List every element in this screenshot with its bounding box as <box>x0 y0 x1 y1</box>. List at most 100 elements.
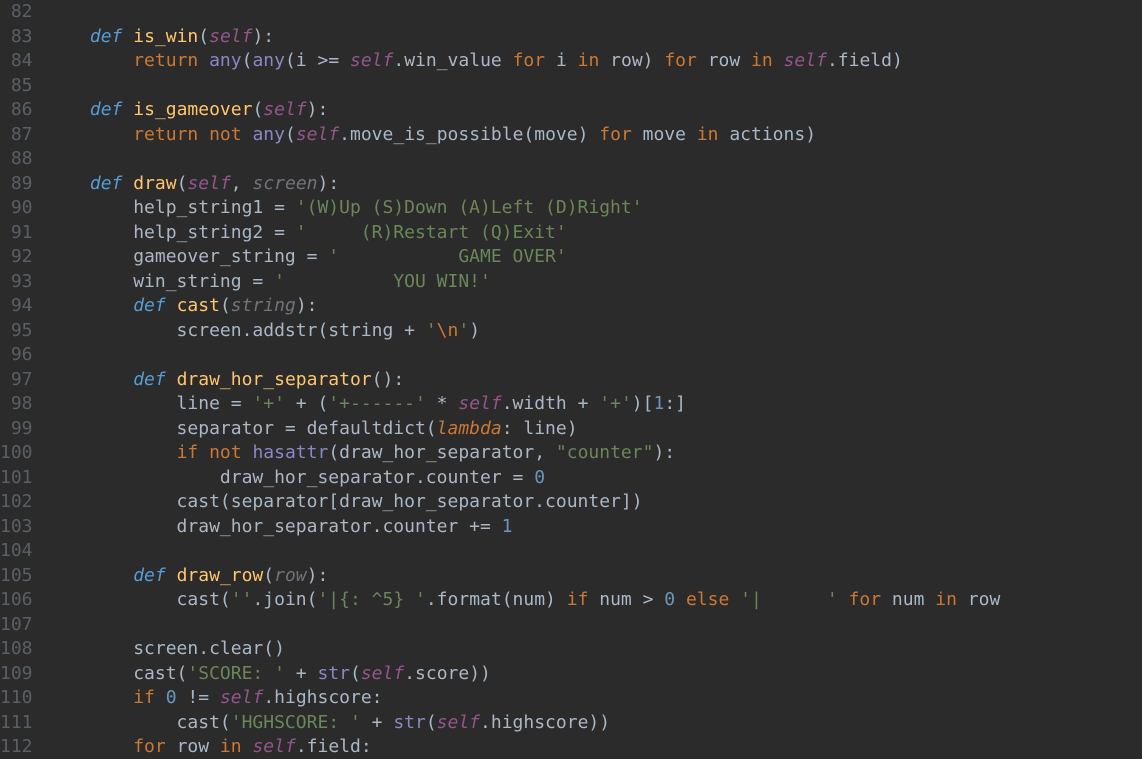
token: separator = defaultdict( <box>47 418 437 439</box>
token: i <box>545 50 578 71</box>
token: for <box>599 124 632 145</box>
code-line[interactable]: cast('HGHSCORE: ' + str(self.highscore)) <box>47 711 1142 736</box>
token <box>47 50 134 71</box>
token: in <box>220 736 242 757</box>
token: num > <box>588 589 664 610</box>
token: ( <box>285 124 296 145</box>
token: ' <box>426 320 437 341</box>
token: ( <box>350 663 361 684</box>
code-line[interactable]: separator = defaultdict(lambda: line) <box>47 417 1142 442</box>
code-line[interactable]: line = '+' + ('+------' * self.width + '… <box>47 392 1142 417</box>
token: string <box>231 295 296 316</box>
code-line[interactable] <box>47 343 1142 368</box>
token: cast( <box>47 589 231 610</box>
code-line[interactable]: cast(''.join('|{: ^5} '.format(num) if n… <box>47 588 1142 613</box>
token: ( <box>198 26 209 47</box>
token <box>47 99 90 120</box>
token: ) <box>469 320 480 341</box>
line-number: 95 <box>0 319 33 344</box>
code-line[interactable]: help_string2 = ' (R)Restart (Q)Exit' <box>47 221 1142 246</box>
code-line[interactable] <box>47 74 1142 99</box>
code-line[interactable]: def is_win(self): <box>47 25 1142 50</box>
code-line[interactable]: cast(separator[draw_hor_separator.counte… <box>47 490 1142 515</box>
token: draw_hor_separator.counter = <box>47 467 535 488</box>
code-line[interactable]: return not any(self.move_is_possible(mov… <box>47 123 1142 148</box>
token: .join( <box>252 589 317 610</box>
token: '' <box>231 589 253 610</box>
code-line[interactable]: for row in self.field: <box>47 735 1142 759</box>
token: self <box>220 687 263 708</box>
code-line[interactable]: def is_gameover(self): <box>47 98 1142 123</box>
token: self <box>252 736 295 757</box>
token: 'HGHSCORE: ' <box>231 712 361 733</box>
token <box>122 26 133 47</box>
token: '+------' <box>328 393 426 414</box>
code-line[interactable] <box>47 147 1142 172</box>
token <box>47 736 134 757</box>
code-line[interactable]: win_string = ' YOU WIN!' <box>47 270 1142 295</box>
code-line[interactable] <box>47 0 1142 25</box>
token <box>47 295 134 316</box>
token <box>773 50 784 71</box>
token: (): <box>372 369 405 390</box>
token: def <box>133 295 166 316</box>
line-number: 98 <box>0 392 33 417</box>
code-line[interactable]: def draw_row(row): <box>47 564 1142 589</box>
code-editor[interactable]: 8283848586878889909192939495969798991001… <box>0 0 1142 759</box>
token: ' <box>458 320 469 341</box>
token: ( <box>426 712 437 733</box>
token: '| ' <box>740 589 838 610</box>
token: actions) <box>719 124 817 145</box>
code-line[interactable]: screen.addstr(string + '\n') <box>47 319 1142 344</box>
token: screen.addstr(string + <box>47 320 426 341</box>
token: if <box>133 687 155 708</box>
token: 1 <box>653 393 664 414</box>
token: lambda <box>437 418 502 439</box>
code-line[interactable]: help_string1 = '(W)Up (S)Down (A)Left (D… <box>47 196 1142 221</box>
token: ( <box>242 50 253 71</box>
token: .highscore: <box>263 687 382 708</box>
token: "counter" <box>556 442 654 463</box>
code-line[interactable]: gameover_string = ' GAME OVER' <box>47 245 1142 270</box>
line-number: 105 <box>0 564 33 589</box>
token: + <box>361 712 394 733</box>
code-line[interactable]: draw_hor_separator.counter = 0 <box>47 466 1142 491</box>
line-number: 92 <box>0 245 33 270</box>
token: in <box>697 124 719 145</box>
code-line[interactable]: cast('SCORE: ' + str(self.score)) <box>47 662 1142 687</box>
token <box>198 124 209 145</box>
token: 'SCORE: ' <box>187 663 285 684</box>
token <box>339 50 350 71</box>
line-number: 88 <box>0 147 33 172</box>
code-line[interactable]: if not hasattr(draw_hor_separator, "coun… <box>47 441 1142 466</box>
code-line[interactable]: def cast(string): <box>47 294 1142 319</box>
line-number: 101 <box>0 466 33 491</box>
token: hasattr <box>252 442 328 463</box>
code-line[interactable] <box>47 539 1142 564</box>
token <box>47 565 134 586</box>
code-line[interactable]: draw_hor_separator.counter += 1 <box>47 515 1142 540</box>
code-line[interactable]: screen.clear() <box>47 637 1142 662</box>
line-number: 110 <box>0 686 33 711</box>
token: row) <box>599 50 664 71</box>
code-line[interactable]: def draw(self, screen): <box>47 172 1142 197</box>
token: row <box>957 589 1000 610</box>
code-area[interactable]: def is_win(self): return any(any(i >= se… <box>43 0 1142 759</box>
token: , <box>231 173 253 194</box>
line-gutter: 8283848586878889909192939495969798991001… <box>0 0 43 759</box>
token <box>242 124 253 145</box>
code-line[interactable] <box>47 613 1142 638</box>
token <box>166 369 177 390</box>
code-line[interactable]: return any(any(i >= self.win_value for i… <box>47 49 1142 74</box>
token: def <box>90 26 123 47</box>
token: if <box>177 442 199 463</box>
token: def <box>90 99 123 120</box>
code-line[interactable]: if 0 != self.highscore: <box>47 686 1142 711</box>
token: 0 <box>664 589 675 610</box>
token <box>166 565 177 586</box>
code-line[interactable]: def draw_hor_separator(): <box>47 368 1142 393</box>
token: is_gameover <box>133 99 252 120</box>
token: cast <box>177 295 220 316</box>
token <box>47 369 134 390</box>
line-number: 97 <box>0 368 33 393</box>
